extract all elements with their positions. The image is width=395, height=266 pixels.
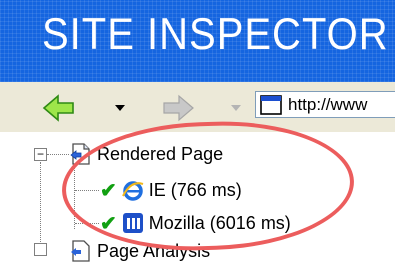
app-title: SITE INSPECTOR [42,10,389,60]
chevron-down-icon [231,105,241,111]
collapse-toggle[interactable]: − [34,148,47,161]
page-window-icon [260,95,282,115]
page-icon [70,143,90,165]
tree-connector [74,166,75,229]
back-button[interactable] [42,93,76,123]
tree-item-label: IE (766 ms) [148,179,242,200]
tree-connector [75,190,99,191]
tree-connector [47,154,69,155]
forward-button[interactable] [161,93,195,123]
gray-right-arrow-icon [163,94,194,122]
tree-item-mozilla[interactable]: ✔ Mozilla (6016 ms) [100,208,291,238]
tree-connector [75,223,99,224]
tree-item-page-analysis[interactable]: Page Analysis [69,236,210,266]
tree-item-rendered-page[interactable]: Rendered Page [69,139,223,169]
page-icon [71,240,90,262]
back-history-dropdown[interactable] [112,100,128,116]
ie-icon [121,181,144,201]
tree-item-label: Mozilla (6016 ms) [148,212,291,233]
navigation-toolbar: http://www [0,82,395,133]
address-value: http://www [288,95,368,114]
tree-connector [40,162,41,242]
tree-item-ie[interactable]: ✔ IE (766 ms) [100,175,242,205]
checkmark-icon: ✔ [100,212,117,235]
results-tree: − Rendered Page ✔ IE (766 ms) ✔ Mozilla … [0,132,395,262]
chevron-down-icon [115,105,125,111]
mozilla-icon [122,213,143,233]
checkmark-icon: ✔ [100,179,117,202]
tree-item-label: Page Analysis [97,240,211,261]
tree-item-label: Rendered Page [97,143,224,164]
green-left-arrow-icon [42,94,74,122]
app-banner: SITE INSPECTOR [0,0,395,82]
address-field[interactable]: http://www [255,91,395,118]
forward-history-dropdown[interactable] [228,100,244,116]
